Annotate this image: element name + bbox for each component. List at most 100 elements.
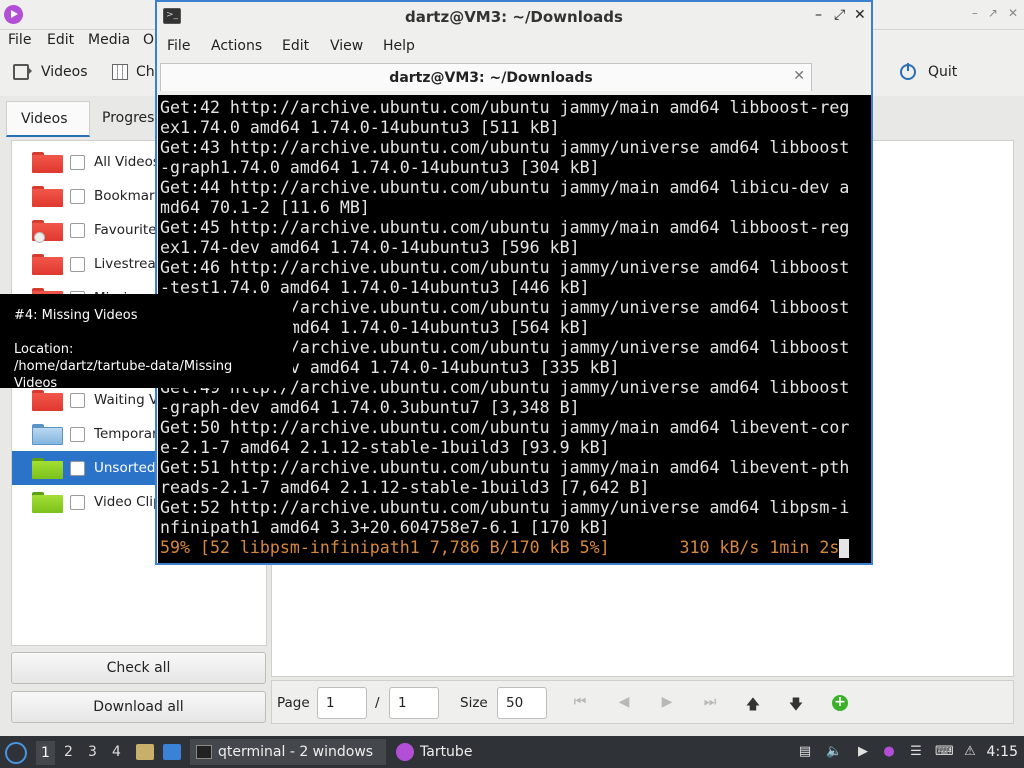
notification-icon[interactable]: ⚠ bbox=[962, 744, 978, 760]
folder-label: Favourite bbox=[94, 222, 157, 238]
workspace-1[interactable]: 1 bbox=[36, 741, 55, 765]
folder-checkbox[interactable] bbox=[70, 393, 85, 408]
folder-icon bbox=[32, 390, 63, 411]
folder-checkbox[interactable] bbox=[70, 189, 85, 204]
folder-checkbox[interactable] bbox=[70, 427, 85, 442]
download-all-button[interactable]: Download all bbox=[11, 691, 266, 723]
previous-page-icon[interactable]: ◀ bbox=[615, 694, 633, 712]
tartube-icon bbox=[396, 743, 414, 761]
folder-checkbox[interactable] bbox=[70, 495, 85, 510]
volume-icon[interactable]: 🔈 bbox=[826, 744, 842, 760]
terminal-line: Get:52 http://archive.ubuntu.com/ubuntu … bbox=[160, 498, 850, 517]
clipboard-icon[interactable]: ☰ bbox=[908, 744, 924, 760]
close-button[interactable]: ✕ bbox=[1008, 6, 1018, 20]
terminal-menu-file[interactable]: File bbox=[167, 38, 190, 54]
minimize-icon[interactable]: – bbox=[815, 7, 822, 23]
terminal-line: -graph1.74.0 amd64 1.74.0-14ubuntu3 [304… bbox=[160, 158, 600, 177]
folder-icon bbox=[32, 492, 63, 513]
workspace-2[interactable]: 2 bbox=[64, 744, 73, 760]
task-qterminal[interactable]: qterminal - 2 windows bbox=[190, 739, 386, 765]
menu-file[interactable]: File bbox=[8, 32, 31, 48]
page-separator: / bbox=[375, 695, 380, 711]
size-input[interactable]: 50 bbox=[497, 687, 547, 719]
terminal-line: reads-2.1-7 amd64 2.1.12-stable-1build3 … bbox=[160, 478, 650, 497]
menu-operations[interactable]: O bbox=[143, 32, 154, 48]
folder-checkbox[interactable] bbox=[70, 223, 85, 238]
terminal-line: -graph-dev amd64 1.74.0.3ubuntu7 [3,348 … bbox=[160, 398, 580, 417]
terminal-line: Get:42 http://archive.ubuntu.com/ubuntu … bbox=[160, 98, 850, 117]
power-icon bbox=[900, 63, 916, 80]
page-label: Page bbox=[277, 695, 310, 711]
file-manager-icon[interactable] bbox=[136, 744, 154, 760]
tooltip-title: #4: Missing Videos bbox=[14, 308, 138, 323]
toolbar-channels-button[interactable]: Ch bbox=[112, 64, 155, 80]
folder-checkbox[interactable] bbox=[70, 461, 85, 476]
terminal-window: >_ dartz@VM3: ~/Downloads – ⤢ ✕ File Act… bbox=[155, 0, 873, 565]
network-icon[interactable]: ▤ bbox=[797, 744, 813, 760]
terminal-tab-title: dartz@VM3: ~/Downloads bbox=[389, 70, 593, 86]
show-desktop-icon[interactable] bbox=[163, 744, 181, 760]
terminal-line: Get:50 http://archive.ubuntu.com/ubuntu … bbox=[160, 418, 850, 437]
keyboard-icon[interactable]: ⌨ bbox=[935, 744, 954, 760]
terminal-progress-line: 59% [52 libpsm-infinipath1 7,786 B/170 k… bbox=[160, 538, 869, 558]
first-page-icon[interactable]: ⏮ bbox=[571, 694, 589, 712]
folder-checkbox[interactable] bbox=[70, 155, 85, 170]
terminal-line: md64 70.1-2 [11.6 MB] bbox=[160, 198, 370, 217]
add-icon[interactable]: + bbox=[832, 695, 848, 711]
folder-icon bbox=[32, 152, 63, 173]
folder-label: Video Clip bbox=[94, 494, 162, 510]
menu-media[interactable]: Media bbox=[88, 32, 130, 48]
tab-close-icon[interactable]: ✕ bbox=[793, 68, 805, 84]
toolbar-channels-label: Ch bbox=[136, 64, 155, 80]
toolbar-videos-button[interactable]: Videos bbox=[13, 64, 88, 80]
favourite-icon bbox=[34, 232, 45, 243]
progress-text: 59% [52 libpsm-infinipath1 7,786 B/170 k… bbox=[160, 538, 840, 557]
media-icon[interactable]: ▶ bbox=[855, 744, 871, 760]
clock[interactable]: 4:15 bbox=[987, 744, 1018, 760]
page-input[interactable]: 1 bbox=[317, 687, 367, 719]
minimize-button[interactable]: – bbox=[972, 6, 978, 20]
start-menu-icon[interactable] bbox=[5, 742, 27, 764]
terminal-menubar: File Actions Edit View Help bbox=[157, 35, 871, 59]
folder-label: Bookmar bbox=[94, 188, 155, 204]
terminal-titlebar: >_ dartz@VM3: ~/Downloads – ⤢ ✕ bbox=[157, 2, 871, 31]
close-icon[interactable]: ✕ bbox=[854, 7, 866, 23]
terminal-line: Get:44 http://archive.ubuntu.com/ubuntu … bbox=[160, 178, 850, 197]
folder-icon bbox=[32, 254, 63, 275]
check-all-button[interactable]: Check all bbox=[11, 652, 266, 684]
maximize-icon[interactable]: ⤢ bbox=[834, 7, 845, 23]
terminal-line: Get:45 http://archive.ubuntu.com/ubuntu … bbox=[160, 218, 850, 237]
task-tartube[interactable]: Tartube bbox=[390, 739, 478, 765]
window-controls: – ↗ ✕ bbox=[972, 6, 1018, 20]
folder-label: All Videos bbox=[94, 154, 160, 170]
last-page-icon[interactable]: ⏭ bbox=[701, 694, 719, 712]
maximize-button[interactable]: ↗ bbox=[988, 6, 998, 20]
terminal-menu-view[interactable]: View bbox=[330, 38, 363, 54]
tab-videos[interactable]: Videos bbox=[6, 101, 90, 137]
terminal-tab[interactable]: dartz@VM3: ~/Downloads ✕ bbox=[160, 63, 812, 91]
scroll-up-icon[interactable]: 🡅 bbox=[744, 694, 762, 713]
tooltip-location-label: Location: bbox=[14, 342, 74, 357]
folder-checkbox[interactable] bbox=[70, 257, 85, 272]
toolbar-quit-label: Quit bbox=[928, 64, 958, 80]
workspace-3[interactable]: 3 bbox=[88, 744, 97, 760]
tartube-app-icon bbox=[4, 5, 23, 24]
scroll-down-icon[interactable]: 🡇 bbox=[787, 694, 805, 713]
next-page-icon[interactable]: ▶ bbox=[658, 694, 676, 712]
folder-tooltip: #4: Missing Videos Location: /home/dartz… bbox=[0, 294, 293, 391]
terminal-menu-help[interactable]: Help bbox=[383, 38, 415, 54]
workspace-4[interactable]: 4 bbox=[112, 744, 121, 760]
folder-icon bbox=[32, 186, 63, 207]
tartube-tray-icon[interactable]: ● bbox=[881, 744, 897, 760]
terminal-menu-actions[interactable]: Actions bbox=[211, 38, 262, 54]
terminal-menu-edit[interactable]: Edit bbox=[282, 38, 309, 54]
size-label: Size bbox=[460, 695, 488, 711]
terminal-line: ex1.74-dev amd64 1.74.0-14ubuntu3 [596 k… bbox=[160, 238, 580, 257]
folder-icon bbox=[32, 424, 63, 445]
folder-label: Unsorted bbox=[94, 460, 156, 476]
toolbar-quit-button[interactable]: Quit bbox=[900, 63, 958, 80]
terminal-icon bbox=[196, 745, 212, 759]
terminal-line: Get:51 http://archive.ubuntu.com/ubuntu … bbox=[160, 458, 850, 477]
menu-edit[interactable]: Edit bbox=[47, 32, 74, 48]
folder-label: Waiting V bbox=[94, 392, 159, 408]
